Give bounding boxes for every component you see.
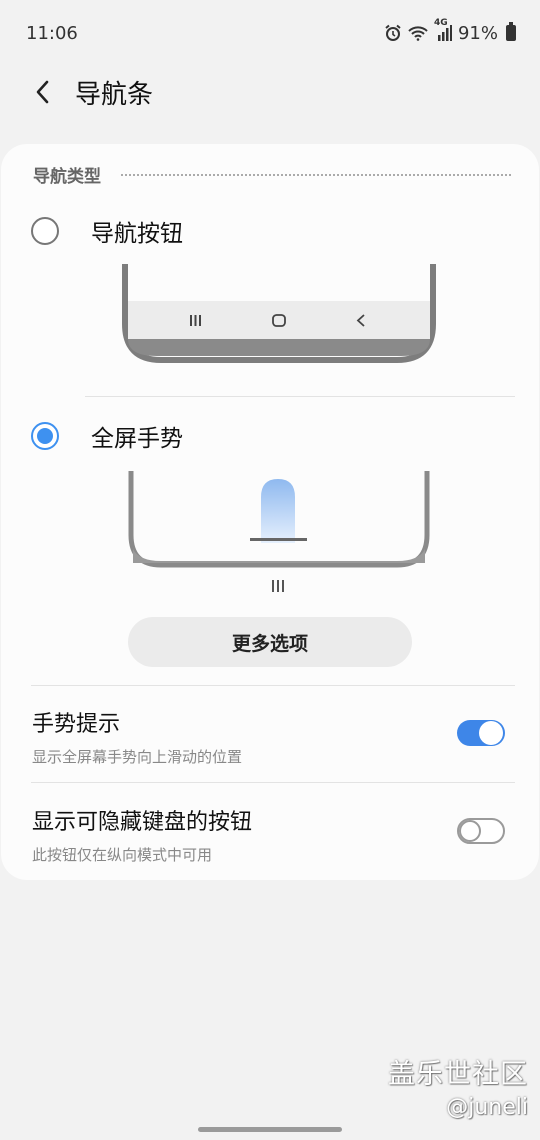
gesture-bar (250, 538, 307, 541)
setting-keyboard-button[interactable]: 显示可隐藏键盘的按钮 此按钮仅在纵向模式中可用 (32, 804, 505, 865)
recents-icon (190, 315, 201, 326)
setting-title: 手势提示 (32, 712, 121, 737)
status-time: 11:06 (26, 22, 78, 44)
radio-nav-buttons[interactable] (31, 217, 59, 245)
gesture-handle-icon (272, 580, 284, 592)
gesture-hint-toggle[interactable] (457, 720, 505, 746)
option-gestures[interactable]: 全屏手势 (31, 419, 183, 453)
gestures-preview[interactable] (125, 469, 433, 599)
section-title: 导航类型 (33, 167, 101, 187)
section-divider (31, 685, 515, 686)
watermark-user: @juneli (446, 1095, 528, 1120)
swipe-hint-icon (261, 479, 295, 543)
settings-card: 导航类型 导航按钮 全屏手势 更多选项 手势提示 显示全屏幕手势向上滑动的位置 … (1, 144, 539, 880)
nav-buttons-preview[interactable] (121, 262, 437, 366)
option-divider (85, 396, 515, 397)
status-bar: 11:06 4G 91% (0, 0, 540, 66)
setting-divider (31, 782, 515, 783)
chevron-left-icon (36, 80, 49, 104)
header: 导航条 (0, 62, 540, 122)
signal-icon: 4G (434, 18, 452, 41)
watermark-community: 盖乐世社区 (388, 1059, 528, 1090)
status-icons: 4G 91% (384, 18, 516, 44)
setting-subtitle: 此按钮仅在纵向模式中可用 (32, 846, 213, 864)
page-title: 导航条 (75, 79, 154, 110)
battery-percent: 91% (457, 22, 498, 44)
option-label-nav-buttons: 导航按钮 (91, 221, 183, 247)
more-options-button[interactable]: 更多选项 (128, 617, 412, 667)
section-header: 导航类型 (33, 162, 511, 187)
setting-subtitle: 显示全屏幕手势向上滑动的位置 (32, 748, 243, 766)
home-indicator[interactable] (198, 1127, 342, 1132)
radio-gestures[interactable] (31, 422, 59, 450)
wifi-icon (408, 25, 428, 41)
watermark: 盖乐世社区 @juneli (388, 1052, 528, 1120)
alarm-icon (384, 24, 402, 42)
back-button[interactable] (28, 77, 58, 107)
setting-gesture-hint[interactable]: 手势提示 显示全屏幕手势向上滑动的位置 (32, 706, 505, 767)
option-nav-buttons[interactable]: 导航按钮 (31, 214, 183, 248)
keyboard-button-toggle[interactable] (457, 818, 505, 844)
battery-icon (506, 22, 516, 41)
network-type: 4G (433, 18, 448, 28)
setting-title: 显示可隐藏键盘的按钮 (32, 810, 253, 835)
option-label-gestures: 全屏手势 (91, 426, 183, 452)
dotted-divider (121, 173, 511, 176)
